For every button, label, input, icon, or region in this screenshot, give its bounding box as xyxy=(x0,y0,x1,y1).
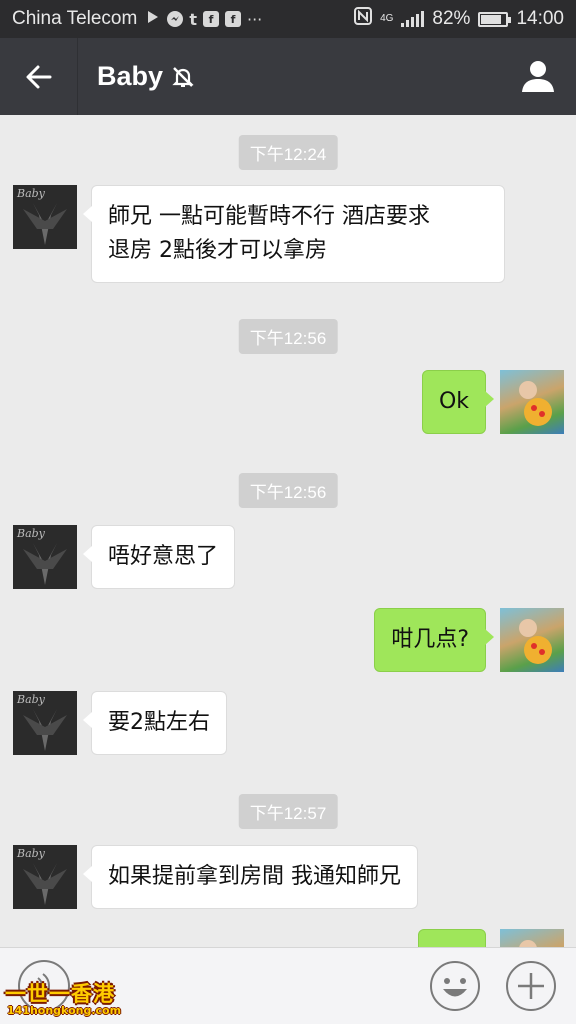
more-icon: ··· xyxy=(246,9,263,29)
avatar[interactable]: Baby xyxy=(13,691,77,755)
avatar[interactable]: Baby xyxy=(13,525,77,589)
network-type: 4G xyxy=(380,13,394,24)
message-text: 咁几点? xyxy=(391,627,469,652)
contact-avatar-image: Baby xyxy=(13,185,77,249)
watermark-url: 141hongkong.com xyxy=(7,1004,122,1017)
received-message[interactable]: 師兄 一點可能暫時不行 酒店要求 退房 2點後才可以拿房 xyxy=(83,185,505,283)
facebook-icon: f xyxy=(202,11,219,27)
svg-text:Baby: Baby xyxy=(16,847,46,860)
svg-text:Baby: Baby xyxy=(16,527,46,540)
signal-icon xyxy=(401,11,425,27)
timestamp: 下午12:56 xyxy=(238,473,338,508)
emoji-button[interactable] xyxy=(429,960,481,1012)
message-list[interactable]: 下午12:24 Baby 師兄 一點可能暫時不行 酒店要求 退房 2點後才可以拿… xyxy=(0,115,576,947)
message-text: Ok xyxy=(438,389,469,414)
play-store-icon xyxy=(145,9,161,30)
more-actions-button[interactable] xyxy=(505,960,557,1012)
bell-off-icon xyxy=(172,66,194,87)
avatar[interactable]: Baby xyxy=(13,185,77,249)
timestamp: 下午12:24 xyxy=(238,135,338,170)
received-message[interactable]: 如果提前拿到房間 我通知師兄 xyxy=(83,845,418,909)
nfc-icon xyxy=(354,7,373,31)
my-avatar[interactable] xyxy=(500,608,564,672)
contact-avatar-image: Baby xyxy=(13,525,77,589)
message-text: 唔好意思了 xyxy=(108,544,219,569)
my-avatar[interactable] xyxy=(500,929,564,947)
chat-header: Baby xyxy=(0,38,576,115)
status-bar: China Telecom t f f ··· 4G 82% 14:00 xyxy=(0,0,576,38)
messenger-icon xyxy=(167,11,184,27)
tumblr-icon: t xyxy=(189,9,197,29)
timestamp: 下午12:56 xyxy=(238,319,338,354)
svg-text:Baby: Baby xyxy=(16,693,46,706)
back-button[interactable] xyxy=(0,38,78,115)
sent-message[interactable]: 咁几点? xyxy=(374,608,494,672)
sent-message[interactable] xyxy=(418,929,486,947)
status-right: 4G 82% 14:00 xyxy=(354,7,564,31)
battery-icon xyxy=(478,11,512,27)
timestamp: 下午12:57 xyxy=(238,794,338,829)
clock: 14:00 xyxy=(516,8,564,29)
baby-photo-image xyxy=(519,940,537,947)
battery-level xyxy=(481,14,502,24)
watermark-logo: 一世一香港 141hongkong.com xyxy=(3,978,125,1020)
baby-photo-image xyxy=(519,619,552,664)
contact-name: Baby xyxy=(97,61,164,91)
message-text: 要2點左右 xyxy=(108,710,210,735)
my-avatar[interactable] xyxy=(500,370,564,434)
message-text: 如果提前拿到房間 我通知師兄 xyxy=(108,864,401,889)
contact-avatar-image: Baby xyxy=(13,845,77,909)
battery-percent: 82% xyxy=(432,8,471,29)
chat-info-button[interactable] xyxy=(520,58,556,98)
carrier-label: China Telecom xyxy=(12,8,138,29)
sent-message[interactable]: Ok xyxy=(421,370,495,434)
emoji-icon xyxy=(430,961,480,1011)
baby-photo-image xyxy=(519,381,552,426)
chat-title: Baby xyxy=(97,61,195,92)
person-icon xyxy=(522,61,554,92)
received-message[interactable]: 要2點左右 xyxy=(83,691,227,755)
arrow-left-icon xyxy=(26,65,51,88)
notification-icons: t f f ··· xyxy=(145,9,262,30)
facebook-icon: f xyxy=(224,11,241,27)
svg-text:Baby: Baby xyxy=(16,187,46,200)
plus-icon xyxy=(506,961,556,1011)
contact-avatar-image: Baby xyxy=(13,691,77,755)
message-line: 退房 2點後才可以拿房 xyxy=(108,238,327,263)
avatar[interactable]: Baby xyxy=(13,845,77,909)
received-message[interactable]: 唔好意思了 xyxy=(82,525,236,589)
message-line: 師兄 一點可能暫時不行 酒店要求 xyxy=(108,204,430,229)
